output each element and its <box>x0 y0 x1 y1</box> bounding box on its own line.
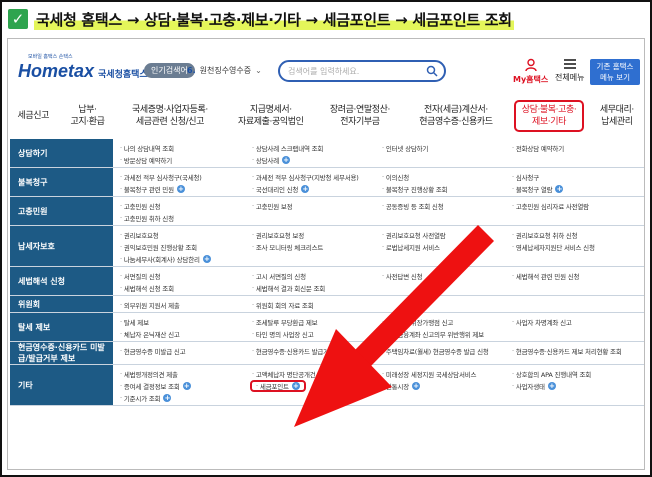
red-arrow-annotation <box>294 225 494 427</box>
arrow-shaft <box>354 225 494 367</box>
check-icon: ✓ <box>8 9 28 29</box>
hometax-screenshot: 모바일 홈택스 손택스 Hometax 국세청홈택스 인기검색어 6. 원천징수… <box>7 38 645 470</box>
title-bar: ✓ 국세청 홈택스 → 상담·불복·고충·제보·기타 → 세금포인트 → 세금포… <box>8 6 514 32</box>
page-title: 국세청 홈택스 → 상담·불복·고충·제보·기타 → 세금포인트 → 세금포인트… <box>34 8 514 30</box>
